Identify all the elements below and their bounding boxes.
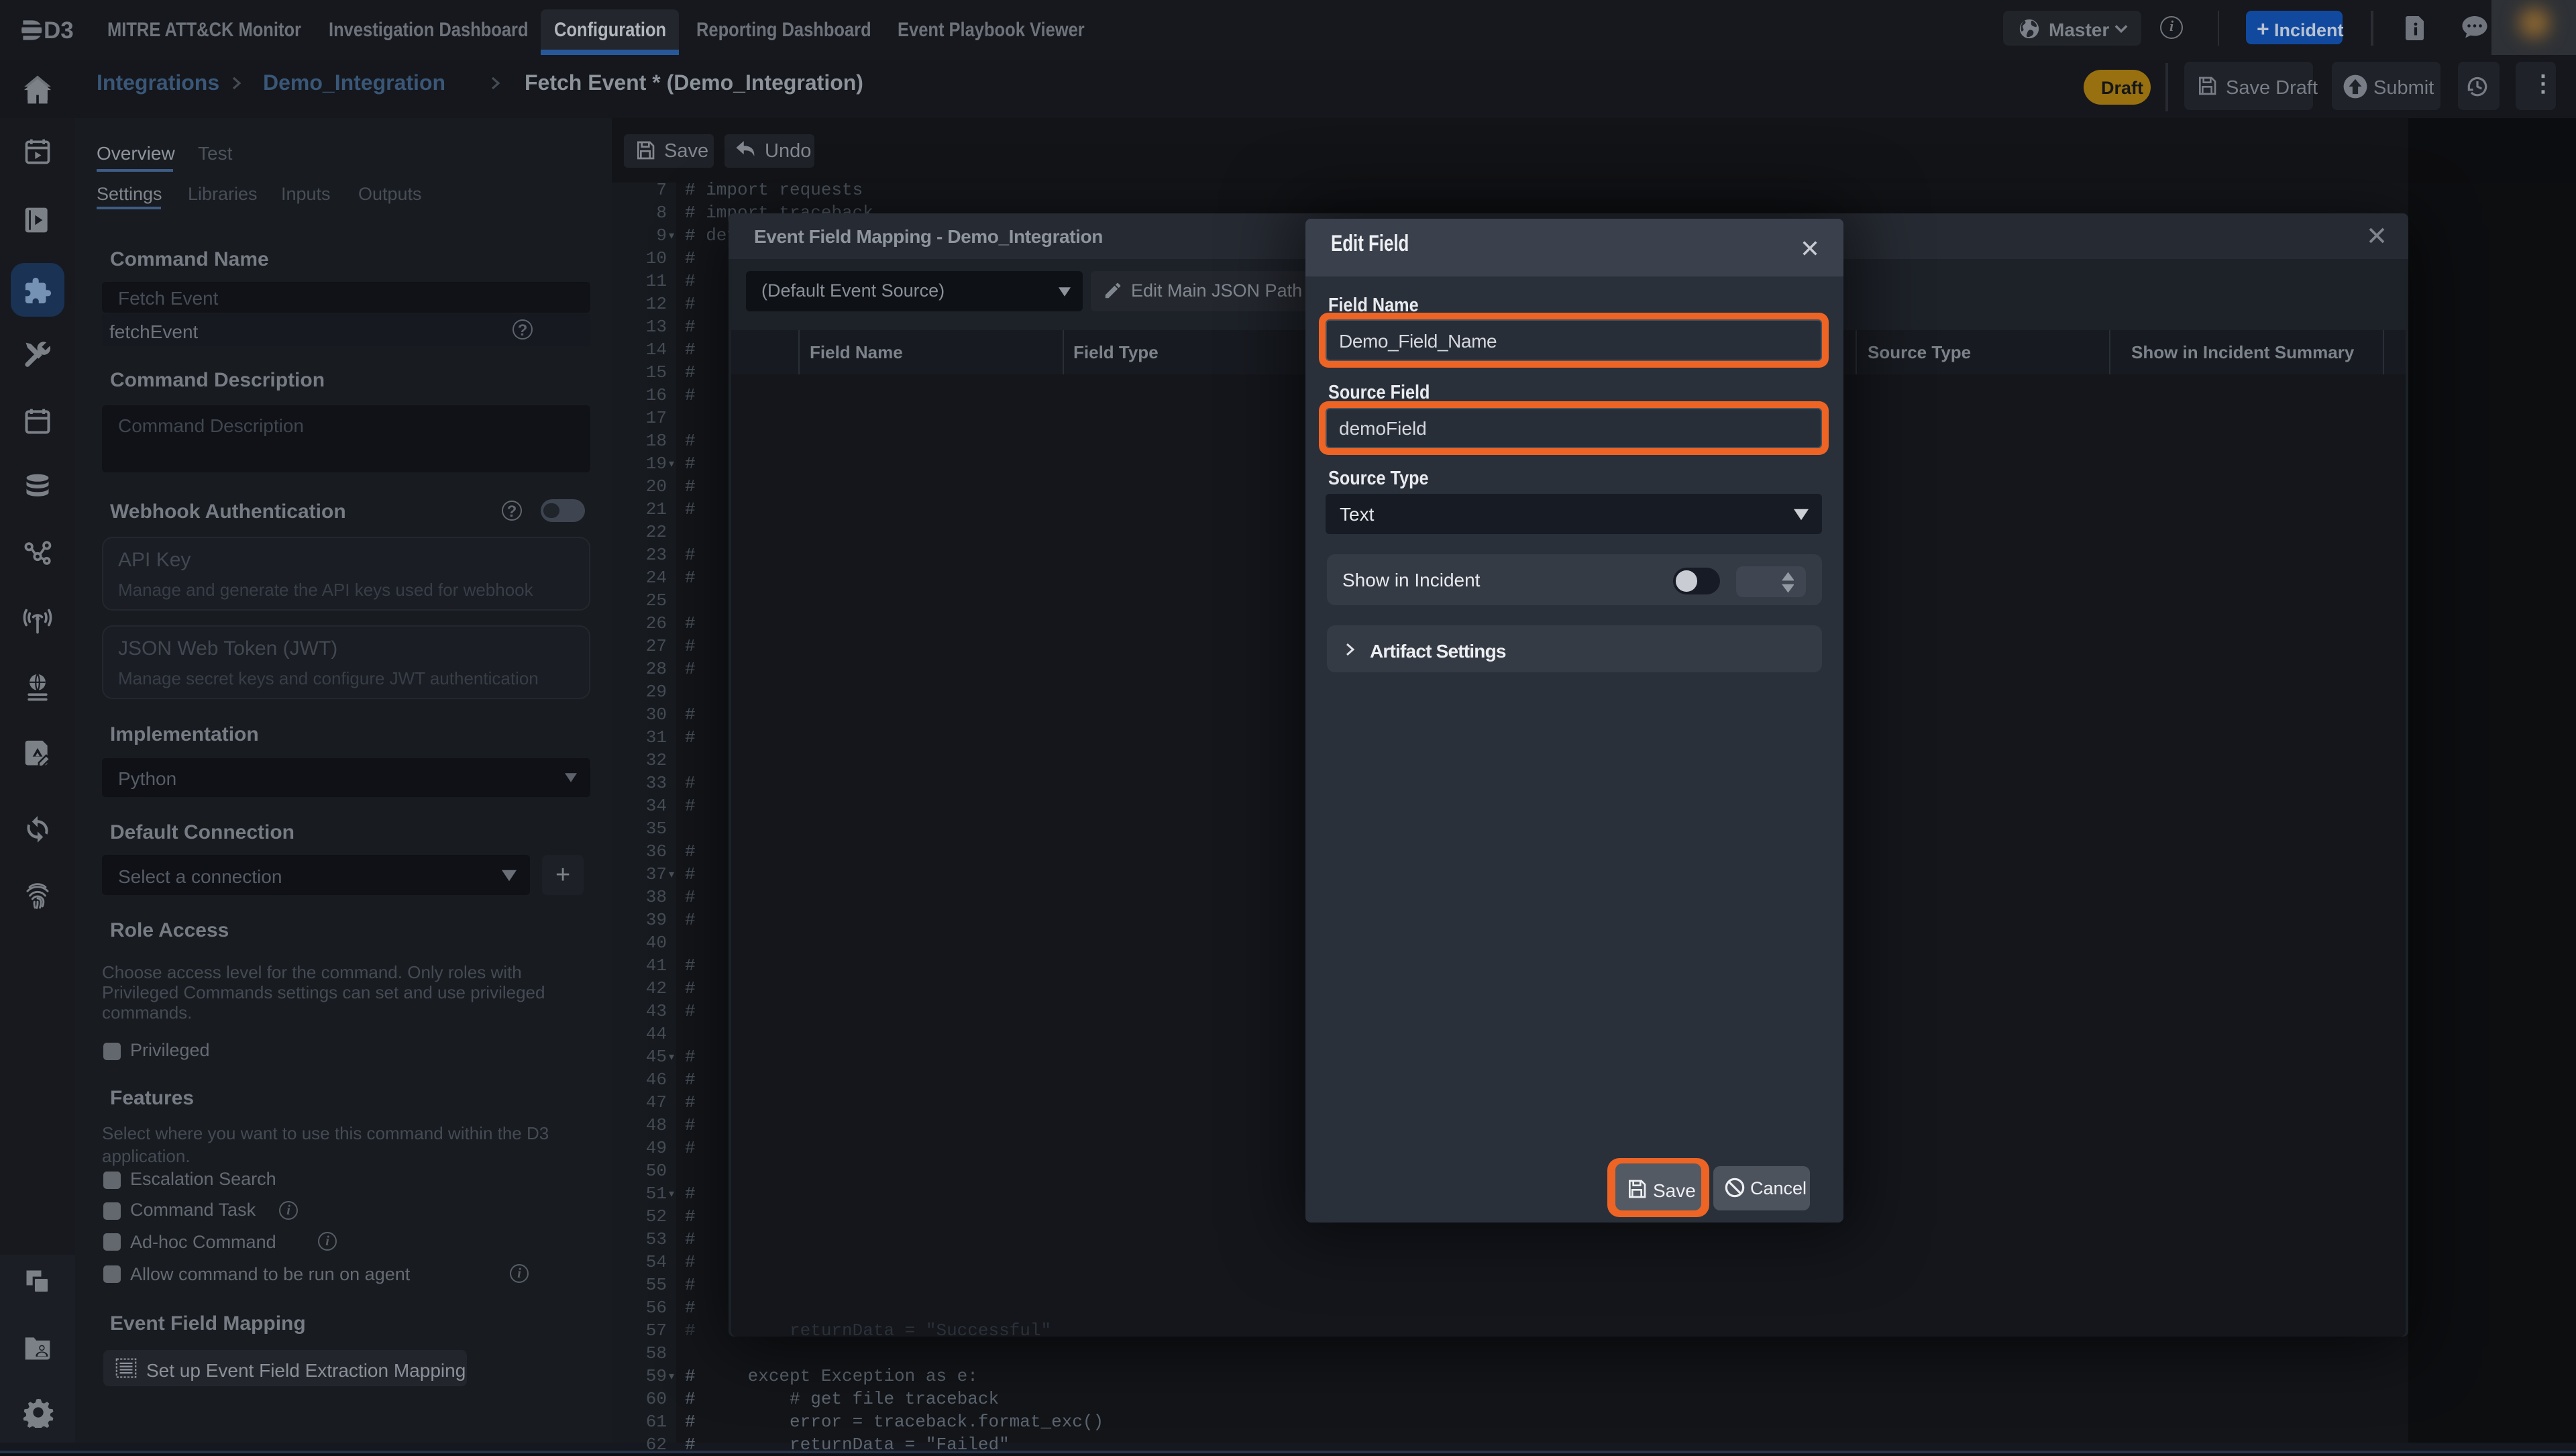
svg-text:D3: D3 <box>44 19 74 40</box>
